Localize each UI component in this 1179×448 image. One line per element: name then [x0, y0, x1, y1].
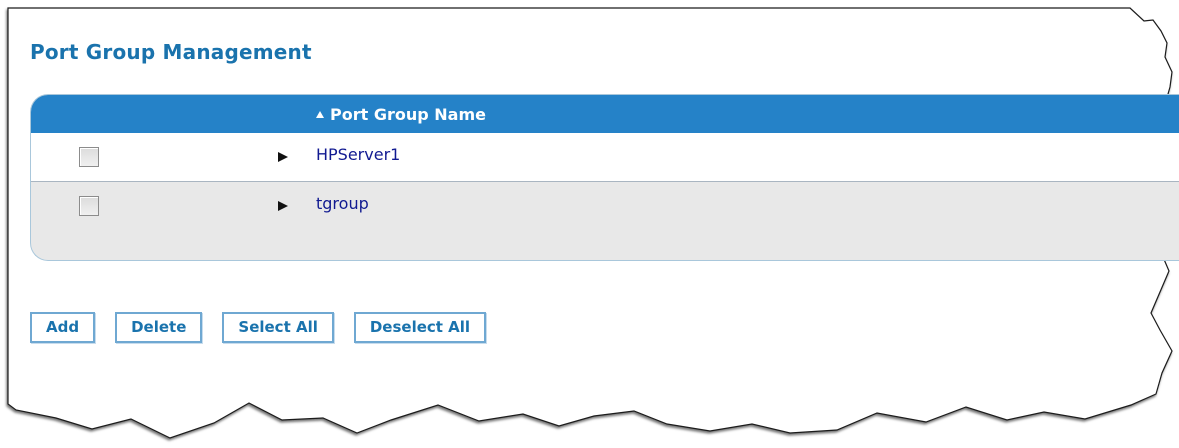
port-group-name-tgroup[interactable]: tgroup	[316, 194, 369, 213]
expand-right-icon[interactable]	[278, 152, 288, 162]
table-header: Port Group Name	[31, 95, 1179, 133]
row-checkbox-tgroup[interactable]	[79, 196, 99, 216]
table-row: tgroup	[31, 182, 1179, 230]
row-checkbox-hpserver1[interactable]	[79, 147, 99, 167]
port-group-name-column-header[interactable]: Port Group Name	[316, 105, 486, 124]
table-row: HPServer1	[31, 133, 1179, 182]
port-group-management-panel: Port Group Management Port Group Name HP…	[0, 0, 1179, 448]
screenshot-page: Port Group Management Port Group Name HP…	[0, 0, 1179, 448]
select-all-button[interactable]: Select All	[222, 312, 334, 343]
deselect-all-button[interactable]: Deselect All	[353, 312, 487, 343]
sort-up-icon[interactable]	[316, 111, 324, 118]
expand-right-icon[interactable]	[278, 201, 288, 211]
add-button[interactable]: Add	[30, 312, 96, 343]
port-groups-table: Port Group Name HPServer1 tgroup	[30, 94, 1179, 261]
port-group-name-header-label: Port Group Name	[330, 105, 486, 124]
delete-button[interactable]: Delete	[115, 312, 203, 343]
page-title: Port Group Management	[30, 40, 312, 64]
port-group-name-hpserver1[interactable]: HPServer1	[316, 145, 400, 164]
action-buttons: Add Delete Select All Deselect All	[30, 312, 487, 343]
